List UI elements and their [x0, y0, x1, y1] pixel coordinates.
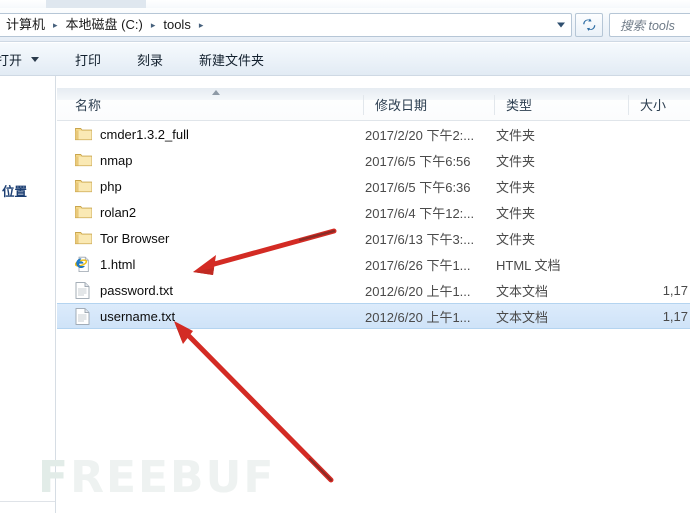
burn-button-label: 刻录	[137, 52, 164, 68]
breadcrumb-item-tools[interactable]: tools	[161, 14, 192, 36]
cell-type: 文件夹	[496, 179, 536, 195]
nav-section-header: 位置	[2, 185, 28, 199]
cell-date-modified: 2012/6/20 上午1...	[365, 283, 471, 299]
cell-name[interactable]: password.txt	[75, 277, 365, 303]
cell-type: 文本文档	[496, 283, 549, 299]
column-header-date[interactable]: 修改日期	[365, 88, 496, 121]
cell-name[interactable]: nmap	[75, 147, 365, 173]
column-divider[interactable]	[494, 95, 495, 115]
watermark-f: F	[38, 452, 71, 503]
cell-size	[626, 251, 688, 277]
table-row[interactable]: cmder1.3.2_full 2017/2/20 下午2:... 文件夹	[57, 121, 690, 147]
file-list-view: 名称 修改日期 类型 大小 cmder1.3.2_full 2017/2/20 下…	[57, 76, 690, 513]
cell-size	[626, 147, 688, 173]
open-button-label: 打开	[0, 52, 23, 68]
table-row[interactable]: rolan2 2017/6/4 下午12:... 文件夹	[57, 199, 690, 225]
cell-size: 1,17	[662, 308, 688, 324]
file-name-label: nmap	[100, 152, 133, 168]
cell-size	[626, 225, 688, 251]
cell-type: 文件夹	[496, 205, 536, 221]
folder-icon	[75, 152, 92, 168]
cell-type: 文件夹	[496, 231, 536, 247]
column-header-size[interactable]: 大小	[630, 88, 690, 121]
cell-type: 文本文档	[496, 309, 549, 325]
open-button[interactable]: 打开	[0, 46, 49, 72]
cell-date-modified: 2017/6/4 下午12:...	[365, 205, 475, 221]
breadcrumb-separator: ▸	[198, 19, 204, 30]
text-file-icon	[75, 308, 92, 325]
table-row[interactable]: nmap 2017/6/5 下午6:56 文件夹	[57, 147, 690, 173]
cell-size	[626, 199, 688, 225]
column-header-row: 名称 修改日期 类型 大小	[57, 88, 690, 121]
table-row[interactable]: 1.html 2017/6/26 下午1... HTML 文档	[57, 251, 690, 277]
ie-html-icon	[75, 256, 92, 272]
cell-size: 1,17	[662, 282, 688, 298]
column-divider[interactable]	[628, 95, 629, 115]
print-button-label: 打印	[75, 52, 102, 68]
file-name-label: 1.html	[100, 256, 136, 272]
command-toolbar: 打开 打印 刻录 新建文件夹	[0, 43, 690, 76]
cell-size	[626, 173, 688, 199]
navigation-pane: 位置 :) Mac' (Z:	[0, 76, 56, 513]
column-header-type[interactable]: 类型	[496, 88, 630, 121]
cell-date-modified: 2017/6/26 下午1...	[365, 257, 471, 273]
burn-button[interactable]: 刻录	[127, 46, 173, 72]
chevron-down-icon[interactable]	[557, 22, 565, 27]
breadcrumb-item-computer[interactable]: 计算机	[4, 14, 47, 36]
folder-icon	[75, 126, 92, 142]
cell-date-modified: 2017/6/13 下午3:...	[365, 231, 475, 247]
cell-name[interactable]: username.txt	[75, 303, 365, 329]
folder-icon	[75, 178, 92, 194]
breadcrumb-separator: ▸	[150, 19, 156, 30]
search-input[interactable]: 搜索 tools	[609, 12, 690, 37]
refresh-button[interactable]	[575, 12, 603, 37]
cell-type: HTML 文档	[496, 257, 561, 273]
table-row[interactable]: username.txt 2012/6/20 上午1... 文本文档 1,17	[57, 303, 690, 329]
table-row[interactable]: php 2017/6/5 下午6:36 文件夹	[57, 173, 690, 199]
text-file-icon	[75, 282, 92, 299]
file-rows: cmder1.3.2_full 2017/2/20 下午2:... 文件夹 nmap 2…	[57, 121, 690, 329]
watermark-rest: REEBUF	[70, 452, 276, 503]
cell-name[interactable]: 1.html	[75, 251, 365, 277]
file-name-label: php	[100, 178, 122, 194]
explorer-window: 计算机 ▸ 本地磁盘 (C:) ▸ tools ▸ 搜索 tools 打开 打印…	[0, 0, 690, 513]
cell-date-modified: 2017/6/5 下午6:56	[365, 153, 471, 169]
file-name-label: rolan2	[100, 204, 137, 220]
folder-icon	[75, 204, 92, 220]
breadcrumb-item-local-disk[interactable]: 本地磁盘 (C:)	[64, 14, 145, 36]
cell-type: 文件夹	[496, 153, 536, 169]
column-header-name[interactable]: 名称	[65, 88, 365, 121]
cell-name[interactable]: rolan2	[75, 199, 365, 225]
search-placeholder: 搜索 tools	[620, 19, 675, 33]
freebuf-watermark: FREEBUF	[38, 452, 275, 503]
chevron-down-icon[interactable]	[31, 56, 40, 62]
file-name-label: Tor Browser	[100, 230, 170, 246]
cell-name[interactable]: php	[75, 173, 365, 199]
breadcrumb-separator: ▸	[53, 19, 58, 30]
column-divider[interactable]	[363, 95, 364, 115]
cell-size	[626, 121, 688, 147]
window-top-tab	[46, 0, 146, 8]
folder-icon	[75, 230, 92, 246]
table-row[interactable]: password.txt 2012/6/20 上午1... 文本文档 1,17	[57, 277, 690, 303]
new-folder-button-label: 新建文件夹	[199, 52, 265, 68]
file-name-label: password.txt	[100, 282, 173, 298]
table-row[interactable]: Tor Browser 2017/6/13 下午3:... 文件夹	[57, 225, 690, 251]
cell-date-modified: 2017/6/5 下午6:36	[365, 179, 471, 195]
breadcrumb[interactable]: 计算机 ▸ 本地磁盘 (C:) ▸ tools ▸	[0, 12, 572, 37]
window-top-strip	[0, 0, 690, 8]
cell-date-modified: 2012/6/20 上午1...	[365, 309, 471, 325]
file-name-label: username.txt	[100, 308, 176, 324]
new-folder-button[interactable]: 新建文件夹	[189, 46, 274, 72]
cell-name[interactable]: cmder1.3.2_full	[75, 121, 365, 147]
address-bar: 计算机 ▸ 本地磁盘 (C:) ▸ tools ▸ 搜索 tools	[0, 8, 690, 42]
cell-type: 文件夹	[496, 127, 536, 143]
cell-name[interactable]: Tor Browser	[75, 225, 365, 251]
file-name-label: cmder1.3.2_full	[100, 126, 189, 142]
cell-date-modified: 2017/2/20 下午2:...	[365, 127, 475, 143]
refresh-icon	[582, 18, 597, 32]
print-button[interactable]: 打印	[65, 46, 111, 72]
